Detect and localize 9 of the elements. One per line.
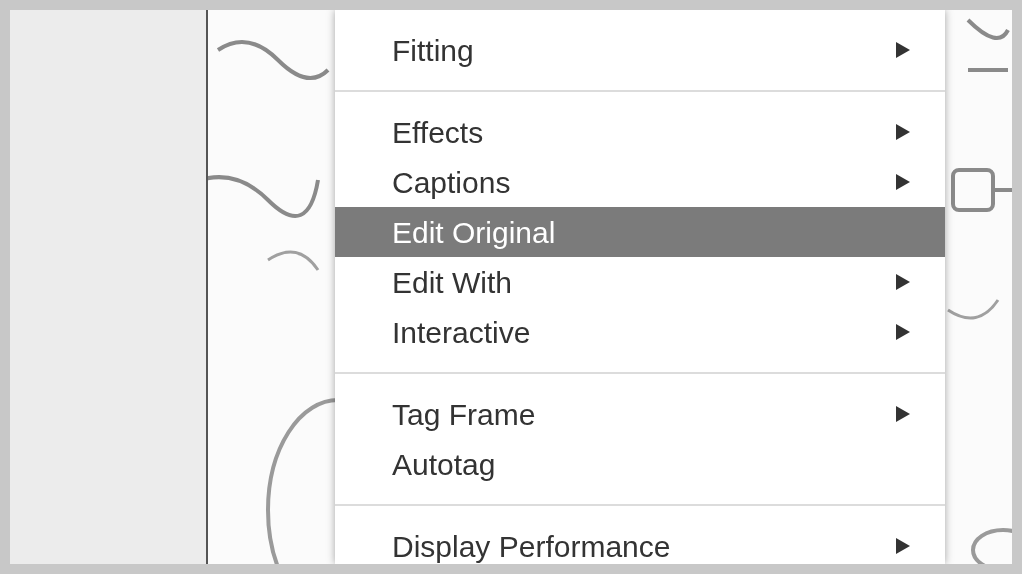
menu-item[interactable]: Edit Original <box>335 207 945 257</box>
menu-item[interactable]: Fitting <box>335 25 945 75</box>
menu-item[interactable]: Tag Frame <box>335 389 945 439</box>
menu-item[interactable]: Captions <box>335 157 945 207</box>
menu-item[interactable]: Effects <box>335 107 945 157</box>
menu-item[interactable]: Display Performance <box>335 521 945 564</box>
menu-item[interactable]: Interactive <box>335 307 945 357</box>
menu-item[interactable]: Autotag <box>335 439 945 489</box>
menu-item[interactable]: Edit With <box>335 257 945 307</box>
